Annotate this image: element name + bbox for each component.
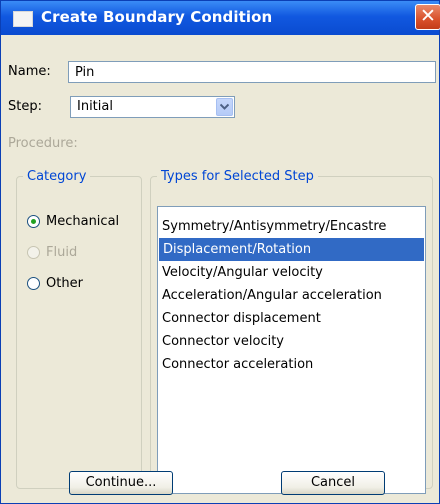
window-title: Create Boundary Condition [41, 8, 273, 26]
list-item[interactable]: Connector velocity [158, 330, 425, 353]
types-listbox[interactable]: Symmetry/Antisymmetry/Encastre Displacem… [157, 206, 426, 494]
name-label: Name: [8, 64, 51, 79]
radio-other[interactable]: Other [27, 276, 83, 291]
chevron-down-icon[interactable] [216, 98, 233, 116]
category-group: Category Mechanical Fluid Other [16, 169, 142, 489]
list-item[interactable]: Connector displacement [158, 307, 425, 330]
continue-button[interactable]: Continue... [69, 471, 173, 495]
list-item[interactable]: Symmetry/Antisymmetry/Encastre [158, 215, 425, 238]
step-selected-value: Initial [77, 99, 113, 114]
list-item[interactable]: Connector acceleration [158, 353, 425, 376]
radio-button-disabled-icon [27, 246, 40, 259]
procedure-label: Procedure: [8, 136, 78, 151]
close-button[interactable]: ✕ [415, 4, 440, 30]
name-input[interactable] [68, 61, 436, 83]
cancel-button[interactable]: Cancel [281, 471, 385, 495]
step-label: Step: [8, 99, 42, 114]
list-item[interactable]: Acceleration/Angular acceleration [158, 284, 425, 307]
window-icon [13, 11, 33, 27]
radio-fluid: Fluid [27, 245, 77, 260]
radio-label-other: Other [46, 276, 83, 291]
create-boundary-condition-dialog: Create Boundary Condition ✕ Name: Step: … [0, 0, 440, 504]
radio-button-icon[interactable] [27, 277, 40, 290]
step-dropdown[interactable]: Initial [70, 96, 235, 118]
radio-mechanical[interactable]: Mechanical [27, 214, 119, 229]
radio-label-mechanical: Mechanical [46, 214, 120, 229]
types-legend: Types for Selected Step [161, 169, 314, 184]
list-item[interactable]: Velocity/Angular velocity [158, 261, 425, 284]
types-group: Types for Selected Step Symmetry/Antisym… [150, 169, 433, 494]
list-item-selected[interactable]: Displacement/Rotation [159, 238, 424, 261]
radio-button-checked-icon[interactable] [27, 215, 40, 228]
radio-label-fluid: Fluid [46, 245, 78, 260]
title-bar[interactable]: Create Boundary Condition ✕ [1, 1, 440, 35]
category-legend: Category [27, 169, 87, 184]
